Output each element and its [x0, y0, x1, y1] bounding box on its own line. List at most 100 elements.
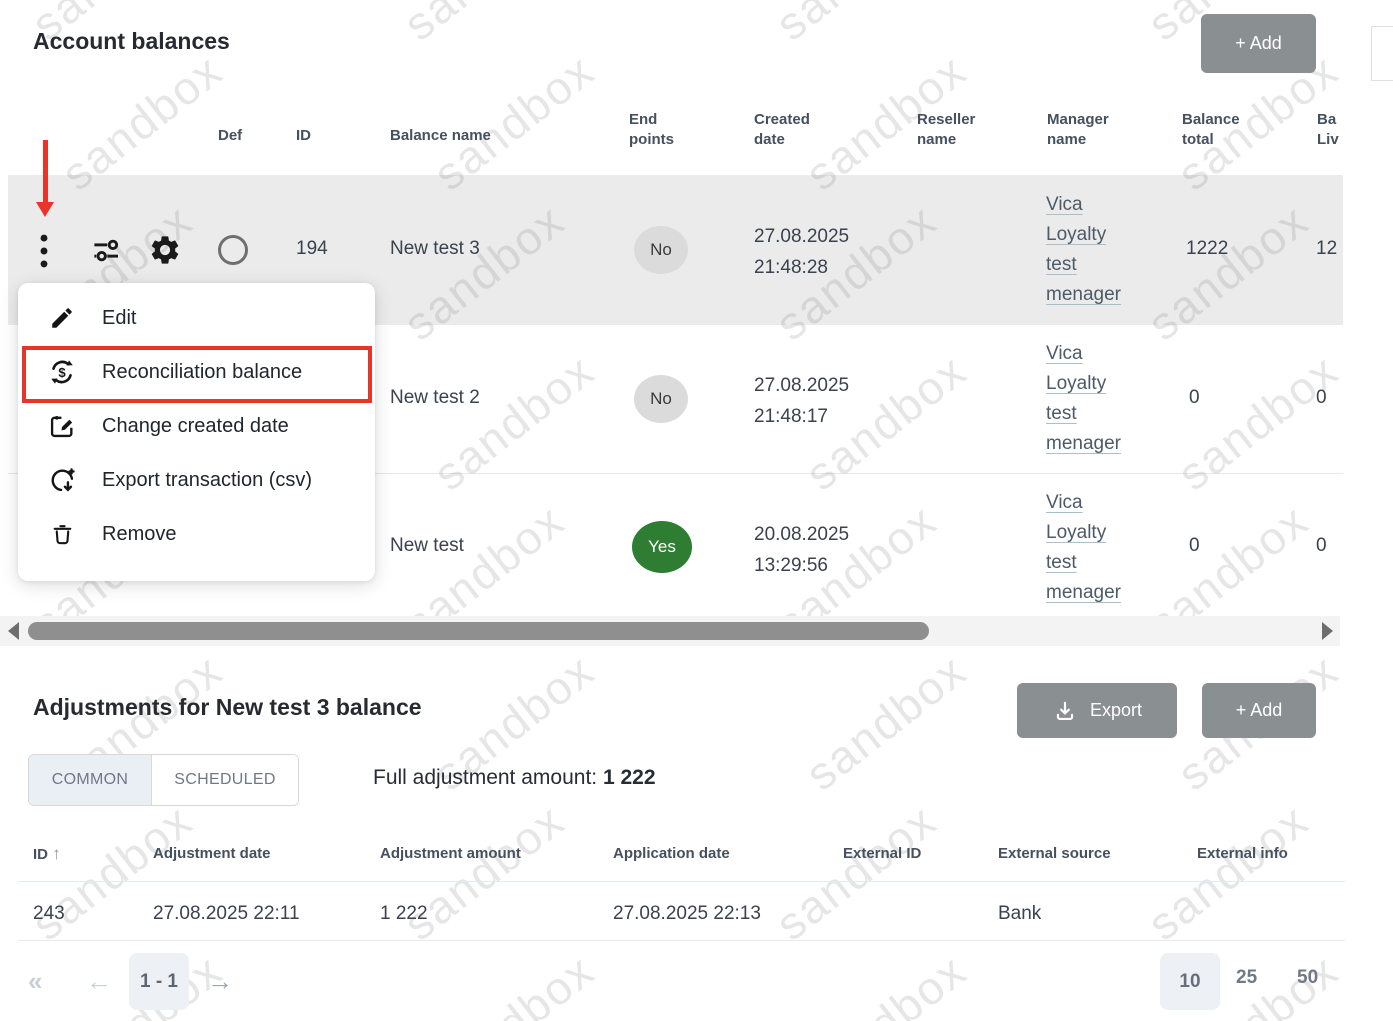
- page-size-10[interactable]: 10: [1160, 953, 1220, 1010]
- column-header-end-points: End points: [629, 110, 691, 150]
- adj-application-date: 27.08.2025 22:13: [613, 903, 761, 925]
- created-date: 27.08.2025: [754, 221, 849, 252]
- add-balance-button[interactable]: + Add: [1201, 14, 1316, 73]
- menu-item-label: Change created date: [102, 415, 289, 438]
- created-date: 27.08.2025: [754, 370, 849, 401]
- trash-icon: [45, 522, 79, 547]
- horizontal-scrollbar-thumb[interactable]: [28, 622, 929, 640]
- menu-item-label: Edit: [102, 307, 136, 330]
- tab-common[interactable]: COMMON: [29, 755, 152, 805]
- table-divider: [18, 881, 1345, 882]
- balance-total: 0: [1189, 387, 1200, 409]
- gear-icon: [148, 233, 182, 267]
- menu-item-remove[interactable]: Remove: [18, 507, 375, 561]
- balance-live: 0: [1316, 535, 1327, 557]
- annotation-arrow-head: [36, 202, 54, 217]
- adj-header-application-date: Application date: [613, 844, 730, 864]
- balance-total: 1222: [1186, 238, 1228, 260]
- edit-calendar-icon: [45, 412, 79, 440]
- created-date-cell: 27.08.2025 21:48:17: [754, 370, 849, 432]
- column-header-def: Def: [218, 126, 242, 146]
- tune-icon: [92, 237, 126, 264]
- pencil-icon: [45, 305, 79, 331]
- adj-header-external-info: External info: [1197, 844, 1288, 864]
- pagination-next-button[interactable]: →: [207, 966, 233, 997]
- manager-link[interactable]: Vica Loyalty test menager: [1046, 488, 1118, 608]
- adj-header-adjustment-amount: Adjustment amount: [380, 844, 521, 864]
- column-header-manager-name: Manager name: [1047, 110, 1127, 150]
- page-size-50[interactable]: 50: [1297, 967, 1318, 989]
- column-header-balance-total: Balance total: [1182, 110, 1254, 150]
- created-date-cell: 20.08.2025 13:29:56: [754, 519, 849, 581]
- menu-item-edit[interactable]: Edit: [18, 291, 375, 345]
- watermark-text: sandbox: [765, 0, 946, 51]
- adj-header-id-label: ID: [33, 846, 48, 863]
- scroll-left-arrow-icon[interactable]: [8, 622, 19, 640]
- balance-name: New test: [390, 535, 464, 557]
- page: sandboxsandboxsandboxsandboxsandboxsandb…: [0, 0, 1393, 1021]
- sort-arrow-icon: ↑: [52, 844, 61, 863]
- endpoints-badge: No: [634, 226, 688, 274]
- export-button-label: Export: [1090, 700, 1142, 721]
- watermark-text: sandbox: [423, 343, 604, 501]
- menu-item-reconciliation-balance[interactable]: $ Reconciliation balance: [18, 345, 375, 399]
- column-header-created-date: Created date: [754, 110, 829, 150]
- watermark-text: sandbox: [1137, 793, 1318, 951]
- row-actions-menu-button[interactable]: [38, 232, 50, 275]
- watermark-text: sandbox: [393, 0, 574, 51]
- row-tune-button[interactable]: [92, 237, 126, 269]
- pagination-prev-button[interactable]: ←: [86, 966, 112, 997]
- balance-name: New test 2: [390, 387, 480, 409]
- kebab-icon: [38, 232, 50, 270]
- created-time: 21:48:28: [754, 252, 849, 283]
- created-time: 13:29:56: [754, 550, 849, 581]
- menu-item-label: Export transaction (csv): [102, 469, 312, 492]
- adj-header-external-id: External ID: [843, 844, 921, 864]
- svg-text:$: $: [58, 365, 66, 380]
- adj-header-id[interactable]: ID ↑: [33, 844, 61, 865]
- scroll-right-arrow-icon[interactable]: [1322, 622, 1333, 640]
- watermark-text: sandbox: [1167, 343, 1348, 501]
- annotation-arrow: [43, 140, 48, 203]
- balance-live: 12: [1316, 238, 1337, 260]
- watermark-text: sandbox: [393, 793, 574, 951]
- adj-header-adjustment-date: Adjustment date: [153, 844, 271, 864]
- adj-id: 243: [33, 903, 65, 925]
- row-settings-button[interactable]: [148, 233, 182, 272]
- table-divider: [18, 940, 1345, 941]
- watermark-text: sandbox: [765, 793, 946, 951]
- default-radio[interactable]: [218, 235, 248, 265]
- full-adjustment-amount-label: Full adjustment amount:: [373, 766, 597, 789]
- watermark-text: sandbox: [795, 643, 976, 801]
- column-header-id: ID: [296, 126, 311, 146]
- row-context-menu: Edit $ Reconciliation balance: [18, 283, 375, 581]
- adj-header-external-source: External source: [998, 844, 1111, 864]
- download-icon: [1052, 698, 1078, 724]
- menu-item-label: Remove: [102, 523, 176, 546]
- page-title: Account balances: [33, 28, 230, 55]
- watermark-text: sandbox: [795, 943, 976, 1021]
- menu-item-change-created-date[interactable]: Change created date: [18, 399, 375, 453]
- tab-scheduled[interactable]: SCHEDULED: [152, 755, 298, 805]
- pagination-first-button[interactable]: «: [28, 966, 42, 997]
- export-button[interactable]: Export: [1017, 683, 1177, 738]
- pagination-range[interactable]: 1 - 1: [129, 953, 189, 1010]
- add-adjustment-button[interactable]: + Add: [1202, 683, 1316, 738]
- adj-adjustment-date: 27.08.2025 22:11: [153, 903, 300, 925]
- balance-id: 194: [296, 238, 328, 260]
- created-time: 21:48:17: [754, 401, 849, 432]
- full-adjustment-amount-value: 1 222: [603, 766, 656, 789]
- menu-item-export-transaction[interactable]: Export transaction (csv): [18, 453, 375, 507]
- endpoints-badge: No: [634, 375, 688, 423]
- column-header-reseller-name: Reseller name: [917, 110, 989, 150]
- page-size-25[interactable]: 25: [1236, 967, 1257, 989]
- adj-external-source: Bank: [998, 903, 1041, 925]
- balance-total: 0: [1189, 535, 1200, 557]
- manager-link[interactable]: Vica Loyalty test menager: [1046, 339, 1118, 459]
- balance-name: New test 3: [390, 238, 480, 260]
- endpoints-badge: Yes: [632, 521, 692, 573]
- balance-live: 0: [1316, 387, 1327, 409]
- adjustments-tabs: COMMON SCHEDULED: [28, 754, 299, 806]
- manager-link[interactable]: Vica Loyalty test menager: [1046, 190, 1118, 310]
- watermark-text: sandbox: [21, 793, 202, 951]
